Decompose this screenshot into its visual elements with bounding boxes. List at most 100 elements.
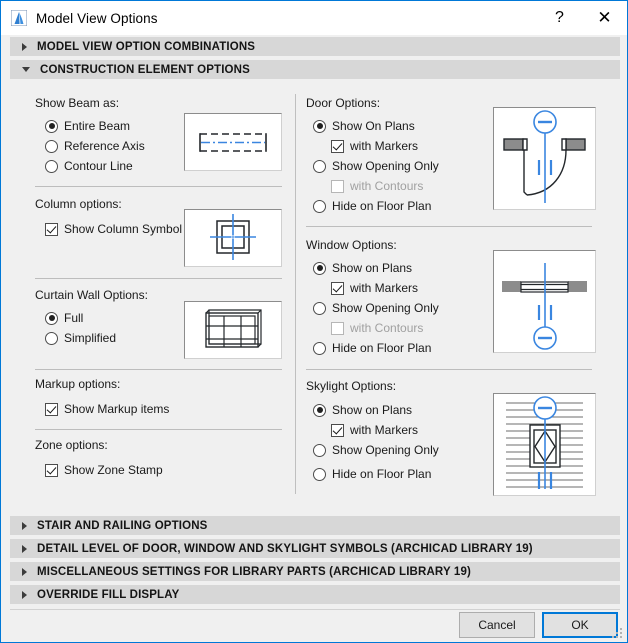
checkbox-indicator bbox=[331, 139, 344, 153]
radio-indicator bbox=[313, 199, 326, 213]
option-label: Show Column Symbol bbox=[64, 222, 183, 236]
radio-indicator bbox=[313, 119, 326, 133]
footer-divider bbox=[10, 609, 620, 610]
option-label: with Contours bbox=[350, 321, 424, 335]
ok-button[interactable]: OK bbox=[542, 612, 618, 638]
radio-curtain-wall-full[interactable]: Full bbox=[45, 311, 83, 325]
option-label: Show On Plans bbox=[332, 119, 415, 133]
section-header-miscellaneous-settings-library-parts[interactable]: MISCELLANEOUS SETTINGS FOR LIBRARY PARTS… bbox=[10, 562, 620, 581]
chevron-right-icon bbox=[22, 521, 27, 530]
door-group-label: Door Options: bbox=[306, 96, 381, 110]
radio-skylight-hide-on-floor-plan[interactable]: Hide on Floor Plan bbox=[313, 467, 431, 481]
divider bbox=[35, 278, 282, 279]
checkbox-door-with-markers[interactable]: with Markers bbox=[331, 139, 418, 153]
chevron-right-icon bbox=[22, 590, 27, 599]
divider bbox=[306, 226, 592, 227]
section-header-override-fill-display[interactable]: OVERRIDE FILL DISPLAY bbox=[10, 585, 620, 604]
radio-indicator bbox=[313, 261, 326, 275]
option-label: Hide on Floor Plan bbox=[332, 467, 432, 481]
radio-window-hide-on-floor-plan[interactable]: Hide on Floor Plan bbox=[313, 341, 431, 355]
construction-element-options-panel: Show Beam as: Entire Beam Reference Axis… bbox=[2, 81, 627, 513]
column-group-label: Column options: bbox=[35, 197, 122, 211]
curtain-wall-group-label: Curtain Wall Options: bbox=[35, 288, 148, 302]
section-header-model-view-option-combinations[interactable]: MODEL VIEW OPTION COMBINATIONS bbox=[10, 37, 620, 56]
divider bbox=[35, 429, 282, 430]
radio-beam-reference-axis[interactable]: Reference Axis bbox=[45, 139, 145, 153]
checkbox-show-zone-stamp[interactable]: Show Zone Stamp bbox=[45, 463, 163, 477]
radio-door-show-opening-only[interactable]: Show Opening Only bbox=[313, 159, 439, 173]
checkbox-indicator bbox=[331, 179, 344, 193]
radio-indicator bbox=[45, 119, 58, 133]
option-label: Show Opening Only bbox=[332, 159, 439, 173]
title-bar: Model View Options ? ✕ bbox=[1, 1, 627, 35]
window-group-label: Window Options: bbox=[306, 238, 397, 252]
radio-indicator bbox=[45, 311, 58, 325]
checkbox-door-with-contours[interactable]: with Contours bbox=[331, 179, 423, 193]
checkbox-indicator bbox=[331, 423, 344, 437]
radio-window-show-on-plans[interactable]: Show on Plans bbox=[313, 261, 412, 275]
checkbox-indicator bbox=[45, 402, 58, 416]
divider bbox=[306, 369, 592, 370]
checkbox-window-with-markers[interactable]: with Markers bbox=[331, 281, 418, 295]
model-view-options-dialog: Model View Options ? ✕ MODEL VIEW OPTION… bbox=[0, 0, 628, 643]
option-label: with Markers bbox=[350, 139, 419, 153]
zone-group-label: Zone options: bbox=[35, 438, 108, 452]
chevron-right-icon bbox=[22, 42, 27, 51]
window-plan-preview bbox=[493, 250, 596, 353]
radio-door-hide-on-floor-plan[interactable]: Hide on Floor Plan bbox=[313, 199, 431, 213]
ok-button-label: OK bbox=[571, 618, 589, 632]
section-label: DETAIL LEVEL OF DOOR, WINDOW AND SKYLIGH… bbox=[37, 542, 533, 555]
door-plan-preview bbox=[493, 107, 596, 210]
beam-entire-preview bbox=[184, 113, 282, 171]
radio-beam-entire[interactable]: Entire Beam bbox=[45, 119, 130, 133]
resize-grip[interactable] bbox=[612, 628, 623, 639]
section-header-construction-element-options[interactable]: CONSTRUCTION ELEMENT OPTIONS bbox=[10, 60, 620, 79]
archicad-icon bbox=[10, 9, 28, 27]
checkbox-window-with-contours[interactable]: with Contours bbox=[331, 321, 423, 335]
cancel-button[interactable]: Cancel bbox=[459, 612, 535, 638]
curtain-wall-preview bbox=[184, 301, 282, 359]
option-label: Reference Axis bbox=[64, 139, 145, 153]
section-label: MISCELLANEOUS SETTINGS FOR LIBRARY PARTS… bbox=[37, 565, 471, 578]
radio-curtain-wall-simplified[interactable]: Simplified bbox=[45, 331, 116, 345]
radio-door-show-on-plans[interactable]: Show On Plans bbox=[313, 119, 415, 133]
help-button[interactable]: ? bbox=[537, 1, 582, 35]
option-label: Contour Line bbox=[64, 159, 133, 173]
radio-indicator bbox=[45, 159, 58, 173]
checkbox-indicator bbox=[331, 321, 344, 335]
option-label: with Markers bbox=[350, 423, 419, 437]
radio-window-show-opening-only[interactable]: Show Opening Only bbox=[313, 301, 439, 315]
section-header-detail-level-symbols[interactable]: DETAIL LEVEL OF DOOR, WINDOW AND SKYLIGH… bbox=[10, 539, 620, 558]
section-label: MODEL VIEW OPTION COMBINATIONS bbox=[37, 40, 256, 53]
checkbox-show-column-symbol[interactable]: Show Column Symbol bbox=[45, 222, 182, 236]
chevron-down-icon bbox=[22, 67, 30, 72]
option-label: Entire Beam bbox=[64, 119, 131, 133]
radio-indicator bbox=[45, 331, 58, 345]
radio-beam-contour-line[interactable]: Contour Line bbox=[45, 159, 133, 173]
section-label: CONSTRUCTION ELEMENT OPTIONS bbox=[40, 63, 250, 76]
option-label: Show Opening Only bbox=[332, 443, 439, 457]
section-label: STAIR AND RAILING OPTIONS bbox=[37, 519, 208, 532]
radio-indicator bbox=[313, 467, 326, 481]
radio-indicator bbox=[313, 443, 326, 457]
radio-skylight-show-on-plans[interactable]: Show on Plans bbox=[313, 403, 412, 417]
option-label: Hide on Floor Plan bbox=[332, 341, 432, 355]
radio-indicator bbox=[313, 403, 326, 417]
divider bbox=[35, 369, 282, 370]
checkbox-show-markup-items[interactable]: Show Markup items bbox=[45, 402, 169, 416]
close-icon[interactable]: ✕ bbox=[582, 1, 627, 35]
section-label: OVERRIDE FILL DISPLAY bbox=[37, 588, 180, 601]
option-label: with Contours bbox=[350, 179, 424, 193]
radio-indicator bbox=[313, 301, 326, 315]
title-bar-buttons: ? ✕ bbox=[537, 1, 627, 35]
markup-group-label: Markup options: bbox=[35, 377, 121, 391]
radio-skylight-show-opening-only[interactable]: Show Opening Only bbox=[313, 443, 439, 457]
radio-indicator bbox=[313, 341, 326, 355]
checkbox-indicator bbox=[331, 281, 344, 295]
section-header-stair-and-railing-options[interactable]: STAIR AND RAILING OPTIONS bbox=[10, 516, 620, 535]
skylight-group-label: Skylight Options: bbox=[306, 379, 397, 393]
checkbox-indicator bbox=[45, 463, 58, 477]
column-divider bbox=[295, 94, 296, 494]
cancel-button-label: Cancel bbox=[478, 618, 516, 632]
checkbox-skylight-with-markers[interactable]: with Markers bbox=[331, 423, 418, 437]
